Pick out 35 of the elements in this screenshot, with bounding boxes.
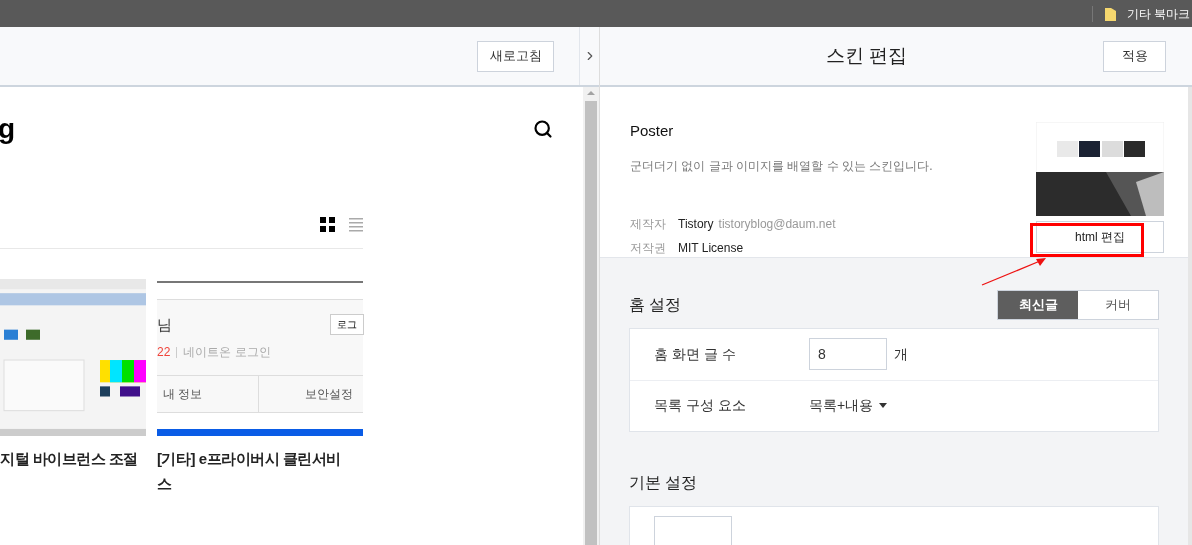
apply-button[interactable]: 적용 (1103, 40, 1166, 72)
mode-tab[interactable]: 커버 (1078, 290, 1158, 319)
mode-tab[interactable]: 최신글 (998, 290, 1078, 319)
search-icon[interactable] (533, 119, 553, 139)
count-text: 22 (157, 344, 171, 361)
setting-label: 목록 구성 요소 (654, 396, 747, 415)
setting-label: 홈 화면 글 수 (654, 344, 737, 364)
unit-label: 개 (894, 344, 908, 364)
number-field[interactable] (654, 516, 732, 545)
skin-description: 군더더기 없이 글과 이미지를 배열할 수 있는 스킨입니다. (630, 157, 934, 175)
folder-icon (1104, 6, 1116, 21)
number-field[interactable]: 8 (809, 338, 887, 370)
meta-label: 제작자 (630, 215, 667, 233)
refresh-button[interactable]: 새로고침 (477, 40, 554, 72)
user-name: 님 (157, 317, 172, 332)
panel-title: 스킨 편집 (824, 43, 909, 68)
arrow-annotation (980, 256, 1048, 287)
post-title[interactable]: [기타] e프라이버시 클린서비스 (157, 446, 347, 496)
scrollbar[interactable] (583, 87, 599, 545)
post-title[interactable]: 지털 바이브런스 조절 (0, 446, 138, 471)
grid-view-icon[interactable] (320, 217, 335, 232)
list-view-icon[interactable] (349, 217, 363, 232)
blog-title: g (0, 115, 16, 143)
section-title: 기본 설정 (629, 472, 698, 493)
skin-name: Poster (630, 121, 675, 141)
list-elements-dropdown[interactable]: 목록+내용 (809, 395, 888, 416)
meta-value: MIT License (678, 239, 744, 257)
menu-label: 보안설정 (305, 386, 353, 403)
menu-label: 내 정보 (163, 386, 203, 403)
meta-label: 저작권 (630, 239, 667, 257)
section-title: 홈 설정 (629, 294, 682, 315)
author-email: tistoryblog@daum.net (718, 215, 836, 233)
caret-down-icon (879, 403, 888, 408)
meta-value: Tistory (678, 215, 714, 233)
bookmark-folder[interactable]: 기타 북마크 (1126, 4, 1190, 23)
